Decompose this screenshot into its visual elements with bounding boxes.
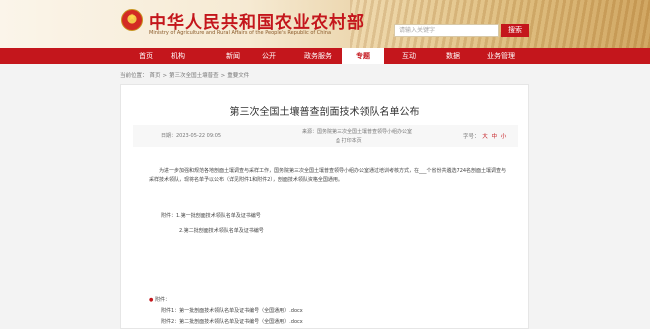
nav-item-interaction[interactable]: 互动 [394,48,424,64]
nav-item-news[interactable]: 新闻 [218,48,248,64]
attachments-label: 附件： [154,297,170,303]
breadcrumb-separator: > [162,73,168,79]
font-size-control: 字号： 大 中 小 [463,132,507,140]
font-size-small[interactable]: 小 [501,134,507,140]
breadcrumb-important-docs[interactable]: 重要文件 [227,73,249,79]
print-label: 打印本页 [341,138,362,144]
attachment-file-2[interactable]: 附件2：第二批剖面技术领队名单及证书编号（全国通用）.docx [161,318,303,325]
site-subtitle: Ministry of Agriculture and Rural Affair… [149,30,332,36]
article-meta: 日期：2023-05-22 09:05 来源：国务院第三次全国土壤普查领导小组办… [133,125,518,147]
font-size-label: 字号： [463,134,480,140]
print-icon: ⎙ [336,138,341,144]
site-header: ★ 中华人民共和国农业农村部 Ministry of Agriculture a… [0,0,650,48]
article-title: 第三次全国土壤普查剖面技术领队名单公布 [229,107,420,118]
nav-item-services[interactable]: 政务服务 [298,48,338,64]
national-emblem-icon: ★ [121,9,143,31]
search-button[interactable]: 搜索 [501,24,529,37]
nav-item-data[interactable]: 数据 [438,48,468,64]
article-date: 日期：2023-05-22 09:05 [161,133,222,139]
article-panel: 第三次全国土壤普查剖面技术领队名单公布 日期：2023-05-22 09:05 … [120,84,529,329]
nav-item-public[interactable]: 公开 [254,48,284,64]
main-nav: 首页 机构 新闻 公开 政务服务 专题 互动 数据 业务管理 [0,48,650,64]
breadcrumb-prefix: 当前位置： [120,73,148,79]
print-button[interactable]: ⎙ 打印本页 [336,137,362,144]
search-input[interactable]: 请输入关键字 [394,24,499,37]
attachment-link-2[interactable]: 2.第二批剖面技术领队名单及证书编号 [179,227,264,234]
attachment-file-1[interactable]: 附件1：第一批剖面技术领队名单及证书编号（全国通用）.docx [161,307,303,314]
nav-item-topics[interactable]: 专题 [342,48,384,64]
breadcrumb: 当前位置： 首页 > 第三次全国土壤普查 > 重要文件 [120,71,251,79]
attachment-link-1[interactable]: 附件：1.第一批剖面技术领队名单及证书编号 [161,212,261,219]
nav-item-institutions[interactable]: 机构 [161,48,195,64]
breadcrumb-soil-survey[interactable]: 第三次全国土壤普查 [169,73,219,79]
nav-item-home[interactable]: 首页 [131,48,161,64]
font-size-medium[interactable]: 中 [492,134,498,140]
bullet-icon: ● [149,297,154,303]
attachments-heading: ● 附件： [149,296,170,303]
breadcrumb-separator: > [220,73,226,79]
article-source: 来源：国务院第三次全国土壤普查领导小组办公室 [302,129,413,135]
article-paragraph: 为进一步加强和规范各地剖面土壤调查与采样工作，国务院第三次全国土壤普查领导小组办… [149,168,507,183]
font-size-large[interactable]: 大 [482,134,488,140]
breadcrumb-home[interactable]: 首页 [150,73,161,79]
nav-item-business[interactable]: 业务管理 [481,48,521,64]
